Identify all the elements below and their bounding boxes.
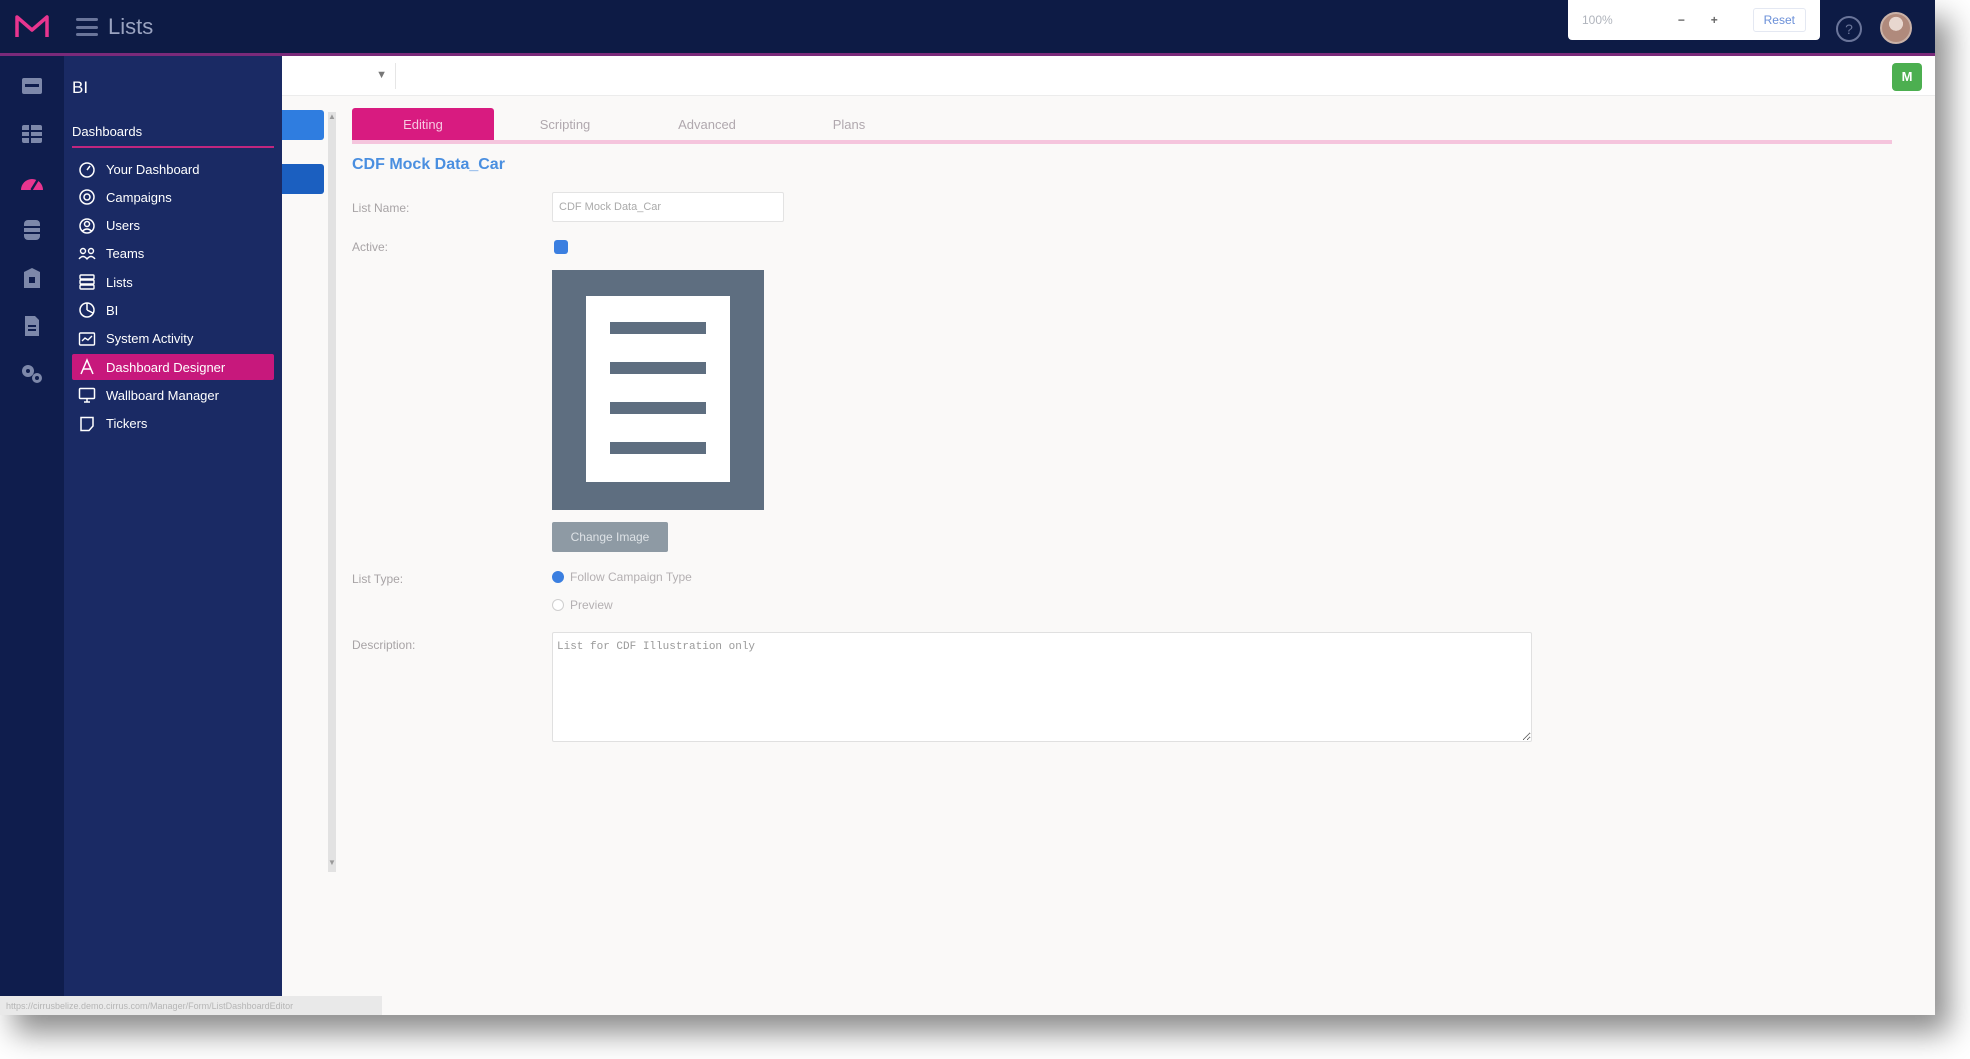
- sidebar-section-header: Dashboards: [72, 124, 274, 148]
- sidebar-item-label: Wallboard Manager: [106, 387, 219, 403]
- database-icon[interactable]: [19, 218, 45, 242]
- sidebar-item-label: Dashboard Designer: [106, 359, 226, 375]
- list-icon: [76, 18, 98, 36]
- status-url-bar: https://cirrusbelize.demo.cirrus.com/Man…: [0, 996, 382, 1015]
- zoom-reset-button[interactable]: Reset: [1752, 8, 1806, 32]
- sidebar-item-label: System Activity: [106, 331, 194, 347]
- phone-book-icon[interactable]: [19, 266, 45, 290]
- toolbar: ▼ M: [282, 56, 1935, 96]
- list-selector[interactable]: ▼: [286, 63, 396, 89]
- ticker-icon: [80, 416, 94, 431]
- tab-plans[interactable]: Plans: [778, 108, 920, 140]
- team-icon: [78, 247, 96, 261]
- chart-pie-icon: [79, 302, 95, 319]
- sidebar-item-label: Teams: [106, 246, 145, 262]
- brand-logo-icon[interactable]: [14, 13, 50, 41]
- sidebar-item-label: BI: [106, 302, 119, 318]
- sidebar-item-campaigns[interactable]: Campaigns: [72, 184, 274, 210]
- top-bar: Lists 100% − + Reset ?: [0, 0, 1935, 56]
- list-panel-tab[interactable]: [282, 164, 324, 194]
- app-window: Lists 100% − + Reset ? BI Dashboards You…: [0, 0, 1935, 1015]
- sidebar-item-tickers[interactable]: Tickers: [72, 411, 274, 437]
- campaign-icon: [79, 189, 95, 206]
- app-badge[interactable]: M: [1892, 63, 1922, 91]
- settings-icon[interactable]: [19, 362, 45, 386]
- zoom-out-button[interactable]: −: [1665, 13, 1698, 27]
- user-circle-icon: [79, 217, 95, 234]
- tab-scripting[interactable]: Scripting: [494, 108, 636, 140]
- sidebar-item-system-activity[interactable]: System Activity: [72, 326, 274, 352]
- tab-advanced[interactable]: Advanced: [636, 108, 778, 140]
- active-checkbox[interactable]: [554, 240, 568, 254]
- description-label: Description:: [352, 638, 416, 652]
- sidebar: BI Dashboards Your Dashboard Campaigns U…: [64, 56, 282, 1015]
- page-header: Lists: [76, 14, 153, 40]
- tab-editing[interactable]: Editing: [352, 108, 494, 140]
- list-type-option-preview[interactable]: Preview: [552, 598, 613, 612]
- designer-icon: [80, 358, 94, 375]
- document-icon[interactable]: [19, 314, 45, 338]
- avatar[interactable]: [1880, 12, 1912, 44]
- list-type-label: List Type:: [352, 572, 404, 586]
- radio-label: Preview: [570, 598, 613, 612]
- activity-icon: [78, 332, 96, 346]
- sidebar-item-users[interactable]: Users: [72, 213, 274, 239]
- radio-selected-icon: [552, 571, 564, 583]
- icon-rail: [0, 56, 64, 1015]
- dashboard-gauge-icon: [79, 162, 95, 178]
- arrow-up-icon[interactable]: ▲: [328, 112, 336, 121]
- list-name-input[interactable]: [552, 192, 784, 222]
- sidebar-item-lists[interactable]: Lists: [72, 269, 274, 295]
- sidebar-title: BI: [72, 78, 89, 97]
- list-image: [552, 270, 764, 510]
- dashboard-gauge-icon[interactable]: [19, 170, 45, 194]
- zoom-in-button[interactable]: +: [1698, 13, 1731, 27]
- document-icon: [586, 296, 730, 482]
- main-content: ▼ M ▲ ▼ Editing Scripting Advanced Plans…: [282, 56, 1935, 1015]
- sidebar-item-label: Tickers: [106, 416, 148, 432]
- record-title: CDF Mock Data_Car: [352, 156, 505, 173]
- sidebar-item-label: Users: [106, 218, 140, 234]
- list-icon: [79, 274, 95, 290]
- panel-resize-handle[interactable]: ▲ ▼: [328, 112, 336, 872]
- sidebar-item-bi[interactable]: BI: [72, 297, 274, 323]
- radio-unselected-icon: [552, 599, 564, 611]
- sidebar-nav: Your Dashboard Campaigns Users Teams Lis…: [72, 156, 274, 439]
- change-image-button[interactable]: Change Image: [552, 522, 668, 552]
- zoom-control: 100% − + Reset: [1568, 0, 1820, 40]
- help-icon[interactable]: ?: [1836, 16, 1862, 42]
- description-textarea[interactable]: List for CDF Illustration only: [552, 632, 1532, 742]
- sidebar-item-your-dashboard[interactable]: Your Dashboard: [72, 156, 274, 182]
- radio-label: Follow Campaign Type: [570, 570, 692, 584]
- list-panel: [282, 110, 324, 870]
- list-type-option-follow-campaign[interactable]: Follow Campaign Type: [552, 570, 692, 584]
- list-panel-tab[interactable]: [282, 110, 324, 140]
- sidebar-item-label: Lists: [106, 274, 133, 290]
- zoom-value[interactable]: 100%: [1582, 13, 1665, 27]
- page-title: Lists: [108, 14, 154, 39]
- chevron-down-icon: ▼: [376, 69, 387, 81]
- editor-tabs: Editing Scripting Advanced Plans: [352, 108, 1892, 144]
- sidebar-item-label: Campaigns: [106, 189, 172, 205]
- sidebar-item-label: Your Dashboard: [106, 161, 200, 177]
- inbox-icon[interactable]: [19, 74, 45, 98]
- grid-icon[interactable]: [19, 122, 45, 146]
- active-label: Active:: [352, 240, 389, 254]
- list-name-label: List Name:: [352, 201, 410, 215]
- monitor-icon: [78, 388, 96, 404]
- sidebar-item-dashboard-designer[interactable]: Dashboard Designer: [72, 354, 274, 381]
- sidebar-item-teams[interactable]: Teams: [72, 241, 274, 267]
- sidebar-item-wallboard-manager[interactable]: Wallboard Manager: [72, 382, 274, 408]
- arrow-down-icon[interactable]: ▼: [328, 858, 336, 867]
